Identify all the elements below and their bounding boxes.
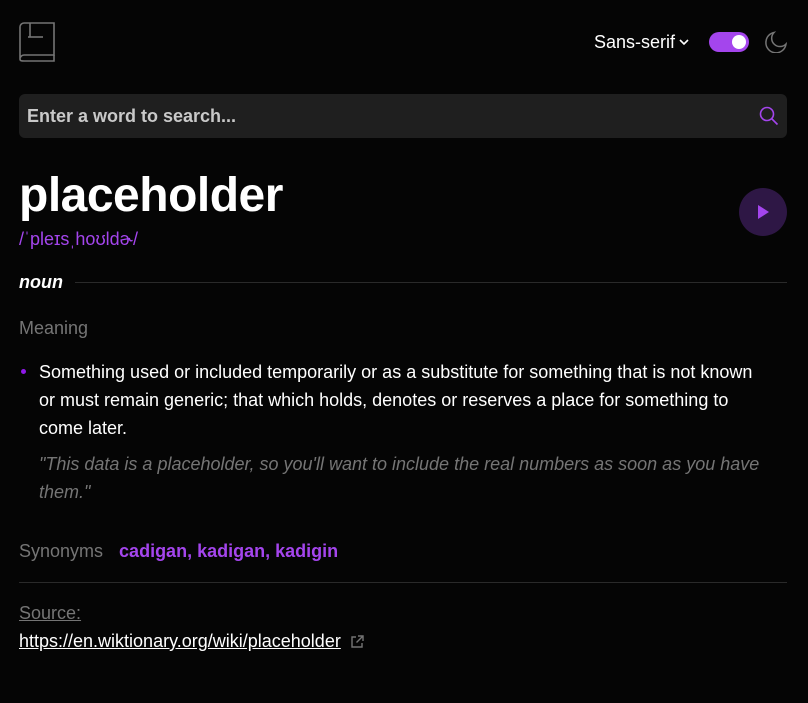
play-icon <box>758 205 769 219</box>
theme-toggle-knob <box>732 35 746 49</box>
definition-text: Something used or included temporarily o… <box>39 362 753 438</box>
divider <box>19 582 787 583</box>
theme-toggle[interactable] <box>709 32 749 52</box>
font-selector[interactable]: Sans-serif <box>594 32 689 53</box>
synonyms-label: Synonyms <box>19 541 104 561</box>
definition-item: Something used or included temporarily o… <box>19 358 768 506</box>
synonyms-row: Synonyms cadigan, kadigan, kadigin <box>19 541 338 562</box>
dictionary-app: Sans-serif placeholder /ˈpleɪsˌhoʊldɚ/ <box>0 0 808 703</box>
word-title: placeholder <box>19 169 283 222</box>
definition-example: "This data is a placeholder, so you'll w… <box>39 454 760 502</box>
book-icon[interactable] <box>19 22 55 62</box>
play-pronunciation-button[interactable] <box>739 188 787 236</box>
source-label: Source: <box>19 603 82 623</box>
chevron-down-icon <box>679 39 689 46</box>
bullet-icon <box>21 369 26 374</box>
moon-icon[interactable] <box>765 31 787 53</box>
definition-list: Something used or included temporarily o… <box>19 358 768 506</box>
phonetic: /ˈpleɪsˌhoʊldɚ/ <box>19 229 138 249</box>
search-bar <box>19 94 787 138</box>
meaning-heading: Meaning <box>19 318 89 338</box>
search-input[interactable] <box>19 94 759 138</box>
source-link-row: https://en.wiktionary.org/wiki/placehold… <box>19 631 365 652</box>
header-controls: Sans-serif <box>594 31 787 53</box>
synonyms-list[interactable]: cadigan, kadigan, kadigin <box>119 541 338 562</box>
part-of-speech: noun <box>19 272 63 292</box>
external-link-icon[interactable] <box>349 634 365 650</box>
divider <box>74 282 787 283</box>
header: Sans-serif <box>19 22 787 62</box>
font-selector-value: Sans-serif <box>593 31 675 52</box>
source-link[interactable]: https://en.wiktionary.org/wiki/placehold… <box>19 631 341 652</box>
part-of-speech-row: noun <box>19 272 787 293</box>
search-icon[interactable] <box>759 106 779 126</box>
